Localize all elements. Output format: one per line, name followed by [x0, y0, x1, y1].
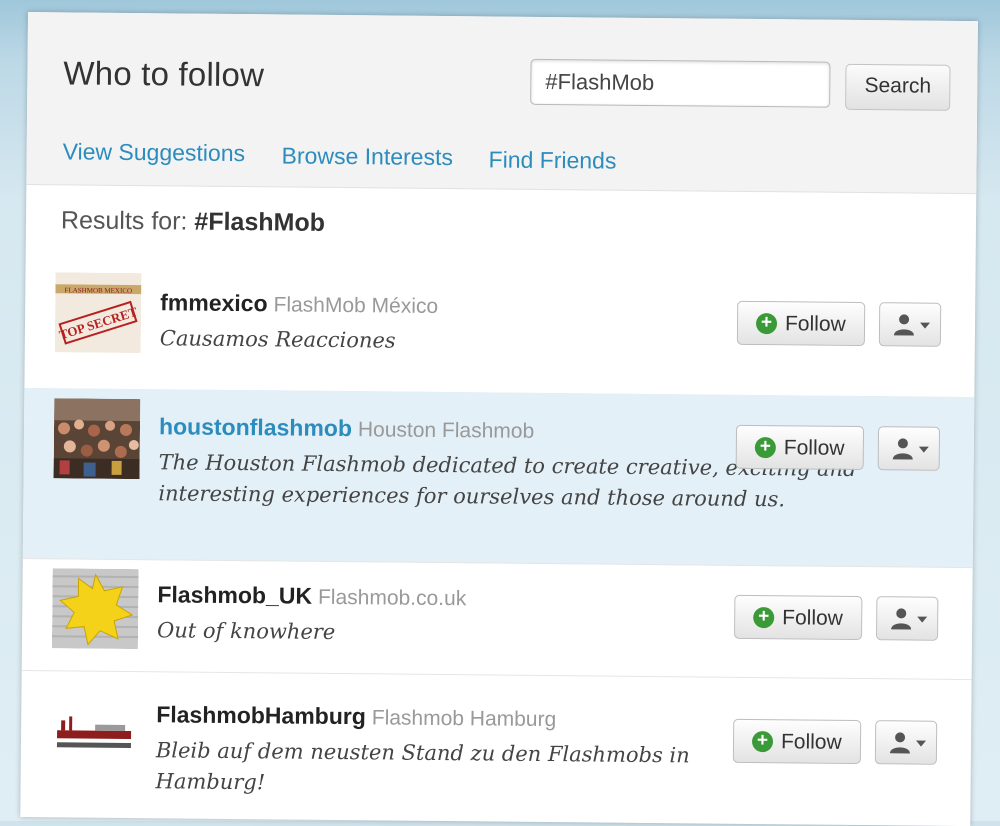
tab-browse-interests[interactable]: Browse Interests [282, 142, 454, 171]
user-row: houstonflashmob Houston Flashmob The Hous… [22, 387, 975, 569]
fullname: FlashMob México [273, 293, 439, 318]
fullname: Houston Flashmob [357, 418, 535, 443]
results-query: #FlashMob [194, 207, 326, 237]
user-actions-button[interactable] [876, 596, 939, 641]
follow-button[interactable]: + Follow [735, 424, 865, 471]
person-icon [891, 608, 912, 630]
panel-header: Who to follow Search View Suggestions Br… [26, 12, 978, 195]
results-prefix: Results for: [60, 206, 188, 236]
person-icon [889, 732, 910, 754]
fullname: Flashmob.co.uk [317, 585, 467, 611]
user-row: FLASHMOB MEXICO TOP SECRET fmmexico Flash… [24, 249, 976, 399]
plus-circle-icon: + [751, 730, 774, 753]
follow-button[interactable]: + Follow [732, 718, 862, 765]
follow-button[interactable]: + Follow [736, 300, 866, 347]
panel-title: Who to follow [63, 54, 265, 94]
fullname: Flashmob Hamburg [371, 706, 557, 732]
plus-circle-icon: + [754, 436, 776, 459]
results-heading: Results for: #FlashMob [61, 206, 325, 238]
chevron-down-icon [917, 616, 928, 623]
person-icon [892, 438, 913, 460]
username-houstonflashmob[interactable]: houstonflashmob Houston Flashmob [159, 413, 534, 444]
avatar-fmmexico[interactable]: FLASHMOB MEXICO TOP SECRET [54, 272, 142, 354]
chevron-down-icon [920, 322, 931, 329]
who-to-follow-panel: Who to follow Search View Suggestions Br… [20, 12, 978, 826]
user-actions-button[interactable] [878, 302, 942, 347]
person-icon [893, 314, 914, 336]
chevron-down-icon [918, 446, 929, 453]
username-fmmexico[interactable]: fmmexico FlashMob México [160, 289, 438, 319]
tab-view-suggestions[interactable]: View Suggestions [63, 138, 246, 167]
username-flashmob-uk[interactable]: Flashmob_UK Flashmob.co.uk [157, 581, 466, 611]
user-actions-button[interactable] [877, 426, 941, 471]
user-actions-button[interactable] [874, 720, 938, 765]
follow-button[interactable]: + Follow [734, 594, 863, 641]
user-row: Flashmob_UK Flashmob.co.uk Out of knowher… [21, 557, 973, 681]
username-flashmobhamburg[interactable]: FlashmobHamburg Flashmob Hamburg [156, 701, 556, 732]
search-button[interactable]: Search [845, 63, 951, 111]
avatar-flashmob-uk[interactable] [51, 568, 139, 650]
chevron-down-icon [915, 740, 927, 747]
plus-circle-icon: + [753, 606, 775, 629]
plus-circle-icon: + [755, 312, 778, 335]
user-row: FlashmobHamburg Flashmob Hamburg Bleib au… [20, 670, 971, 826]
svg-text:FLASHMOB MEXICO: FLASHMOB MEXICO [65, 286, 133, 295]
tab-find-friends[interactable]: Find Friends [488, 146, 616, 174]
user-bio: Bleib auf dem neusten Stand zu den Flash… [155, 738, 690, 795]
search-input[interactable] [530, 58, 831, 108]
avatar-houstonflashmob[interactable] [53, 398, 141, 480]
avatar-flashmobhamburg[interactable] [50, 690, 138, 772]
